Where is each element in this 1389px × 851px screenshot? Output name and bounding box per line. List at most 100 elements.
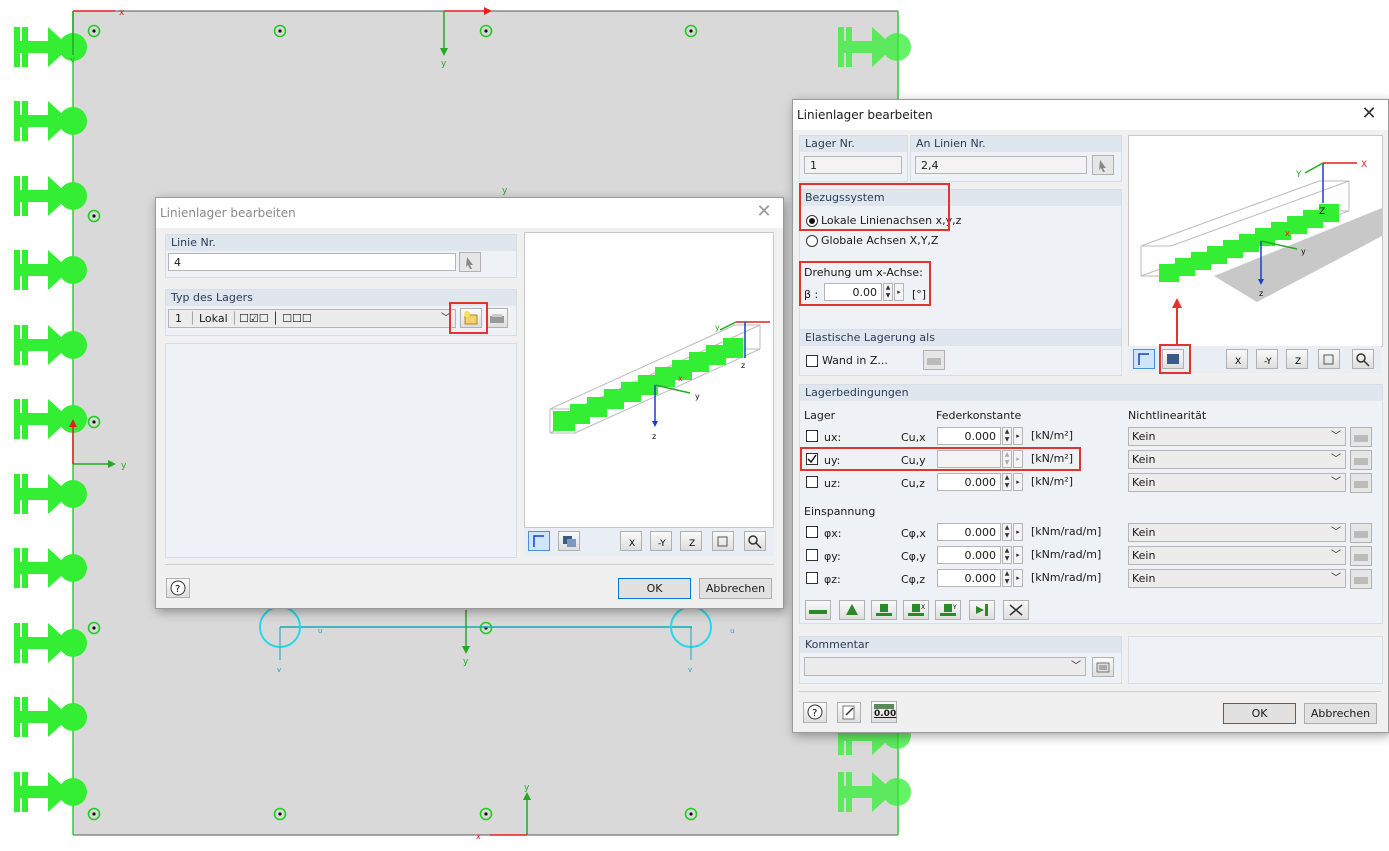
uz-nonlinear-select[interactable]: Kein ﹀ [1128, 473, 1346, 492]
cphiy-input[interactable]: 0.000 [937, 546, 1001, 564]
phiz-checkbox[interactable] [806, 572, 818, 584]
ok-button[interactable]: OK [618, 578, 691, 599]
cphiy-spinner[interactable]: ▲ ▼ [1002, 546, 1012, 564]
cuz-step-button[interactable]: ▸ [1013, 473, 1023, 491]
preset-hinged-line-button[interactable] [805, 600, 831, 620]
svg-text:X: X [921, 604, 925, 611]
phiz-nonlinear-edit-button[interactable] [1350, 569, 1372, 589]
phix-nonlinear-edit-button[interactable] [1350, 523, 1372, 543]
small-support-dialog[interactable]: Linienlager bearbeiten ✕ Linie Nr. 4 Typ… [155, 197, 784, 609]
phiy-checkbox[interactable] [806, 549, 818, 561]
cphiz-input[interactable]: 0.000 [937, 569, 1001, 587]
uy-nonlinear-edit-button[interactable] [1350, 450, 1372, 470]
cphiz-label: Cφ,z [901, 573, 926, 586]
phix-nonlinear-select[interactable]: Kein ﹀ [1128, 523, 1346, 542]
preset-wall-button[interactable] [969, 600, 995, 620]
support-type-select[interactable]: 1 │ Lokal │ ☐☑☐ │ ☐☐☐ ﹀ [168, 309, 456, 328]
ref-global-radio[interactable] [806, 235, 818, 247]
cuz-spinner[interactable]: ▲ ▼ [1002, 473, 1012, 491]
pick-lines-button[interactable] [1092, 155, 1114, 175]
cancel-button[interactable]: Abbrechen [699, 578, 772, 599]
preset-fixed-y-button[interactable]: Y [935, 600, 961, 620]
pointer-pick-icon [1099, 160, 1106, 172]
phix-checkbox[interactable] [806, 526, 818, 538]
view-y-icon: -Y [658, 539, 666, 549]
svg-text:x: x [678, 374, 683, 383]
comment-input[interactable]: ﹀ [804, 657, 1086, 676]
ux-nonlinear-edit-button[interactable] [1350, 427, 1372, 447]
preset-fixed-button[interactable] [871, 600, 897, 620]
svg-text:Z: Z [1319, 207, 1325, 217]
support-no-field[interactable]: 1 [804, 156, 902, 174]
view-z-button[interactable]: Z [1286, 349, 1308, 369]
zoom-reset-button[interactable] [744, 531, 766, 551]
svg-text:X: X [629, 539, 635, 549]
phiz-label: φz: [824, 573, 841, 586]
cux-spinner[interactable]: ▲ ▼ [1002, 427, 1012, 445]
conditions-group: Lagerbedingungen Lager Federkonstante Ni… [799, 384, 1383, 624]
cux-step-button[interactable]: ▸ [1013, 427, 1023, 445]
axes-toggle-button[interactable] [1133, 349, 1155, 369]
view-y-button[interactable]: -Y [1256, 349, 1278, 369]
uz-checkbox[interactable] [806, 476, 818, 488]
elastic-header: Elastische Lagerung als [800, 330, 1121, 346]
main-beam-illustration: X Z Y z y x [1140, 160, 1382, 348]
view-x-button[interactable]: X [1226, 349, 1248, 369]
main-support-dialog[interactable]: Linienlager bearbeiten ✕ Lager Nr. 1 An … [792, 99, 1389, 733]
cphiz-step-button[interactable]: ▸ [1013, 569, 1023, 587]
edit-notes-button[interactable] [837, 702, 861, 723]
cphix-step-button[interactable]: ▸ [1013, 523, 1023, 541]
axes-toggle-button[interactable] [528, 531, 550, 551]
zoom-reset-button[interactable] [1352, 349, 1374, 369]
line-no-input[interactable]: 4 [168, 253, 456, 271]
svg-text:v: v [277, 666, 281, 674]
view-y-button[interactable]: -Y [650, 531, 672, 551]
svg-text:x: x [476, 832, 481, 841]
view-iso-button[interactable] [1318, 349, 1340, 369]
main-dialog-titlebar[interactable]: Linienlager bearbeiten ✕ [793, 100, 1388, 130]
phiy-nonlinear-edit-button[interactable] [1350, 546, 1372, 566]
ok-button[interactable]: OK [1223, 703, 1296, 724]
preset-fixed-x-button[interactable]: X [903, 600, 929, 620]
wall-edit-button[interactable] [923, 350, 945, 370]
lines-no-field[interactable]: 2,4 [915, 156, 1087, 174]
pick-line-button[interactable] [459, 252, 481, 272]
cphiz-spinner[interactable]: ▲ ▼ [1002, 569, 1012, 587]
main-3d-preview[interactable]: X Z Y z y x [1128, 135, 1383, 348]
help-button[interactable]: ? [166, 578, 190, 598]
chevron-down-icon: ﹀ [1331, 573, 1341, 584]
cphix-input[interactable]: 0.000 [937, 523, 1001, 541]
phiy-nonlinear-select[interactable]: Kein ﹀ [1128, 546, 1346, 565]
close-icon[interactable]: ✕ [1358, 104, 1380, 126]
small-dialog-titlebar[interactable]: Linienlager bearbeiten ✕ [156, 198, 783, 228]
zero-values-label: 0.00 [874, 709, 897, 719]
edit-support-type-button[interactable] [486, 308, 508, 328]
help-button[interactable]: ? [803, 702, 827, 723]
phiz-nonlinear-select[interactable]: Kein ﹀ [1128, 569, 1346, 588]
view-x-button[interactable]: X [620, 531, 642, 551]
wall-checkbox[interactable] [806, 355, 818, 367]
cux-input[interactable]: 0.000 [937, 427, 1001, 445]
cancel-button[interactable]: Abbrechen [1304, 703, 1377, 724]
view-iso-button[interactable] [712, 531, 734, 551]
comment-library-button[interactable] [1092, 657, 1114, 677]
zero-values-button[interactable]: 0.00 [871, 701, 897, 723]
cphix-spinner[interactable]: ▲ ▼ [1002, 523, 1012, 541]
small-3d-preview[interactable]: y z z y x [524, 232, 774, 528]
svg-text:u: u [730, 627, 734, 635]
support-no-group: Lager Nr. 1 [799, 135, 908, 182]
svg-text:u: u [318, 627, 322, 635]
preset-free-button[interactable] [1003, 600, 1029, 620]
cuz-input[interactable]: 0.000 [937, 473, 1001, 491]
ux-nonlinear-select[interactable]: Kein ﹀ [1128, 427, 1346, 446]
close-icon[interactable]: ✕ [753, 202, 775, 224]
notepad-icon [842, 705, 855, 720]
render-toggle-button[interactable] [558, 531, 580, 551]
cphiy-step-button[interactable]: ▸ [1013, 546, 1023, 564]
uz-nonlinear-edit-button[interactable] [1350, 473, 1372, 493]
view-z-button[interactable]: Z [680, 531, 702, 551]
preset-hinged-button[interactable] [839, 600, 865, 620]
ux-checkbox[interactable] [806, 430, 818, 442]
wall-label: Wand in Z... [822, 354, 888, 367]
uy-nonlinear-select[interactable]: Kein ﹀ [1128, 450, 1346, 469]
